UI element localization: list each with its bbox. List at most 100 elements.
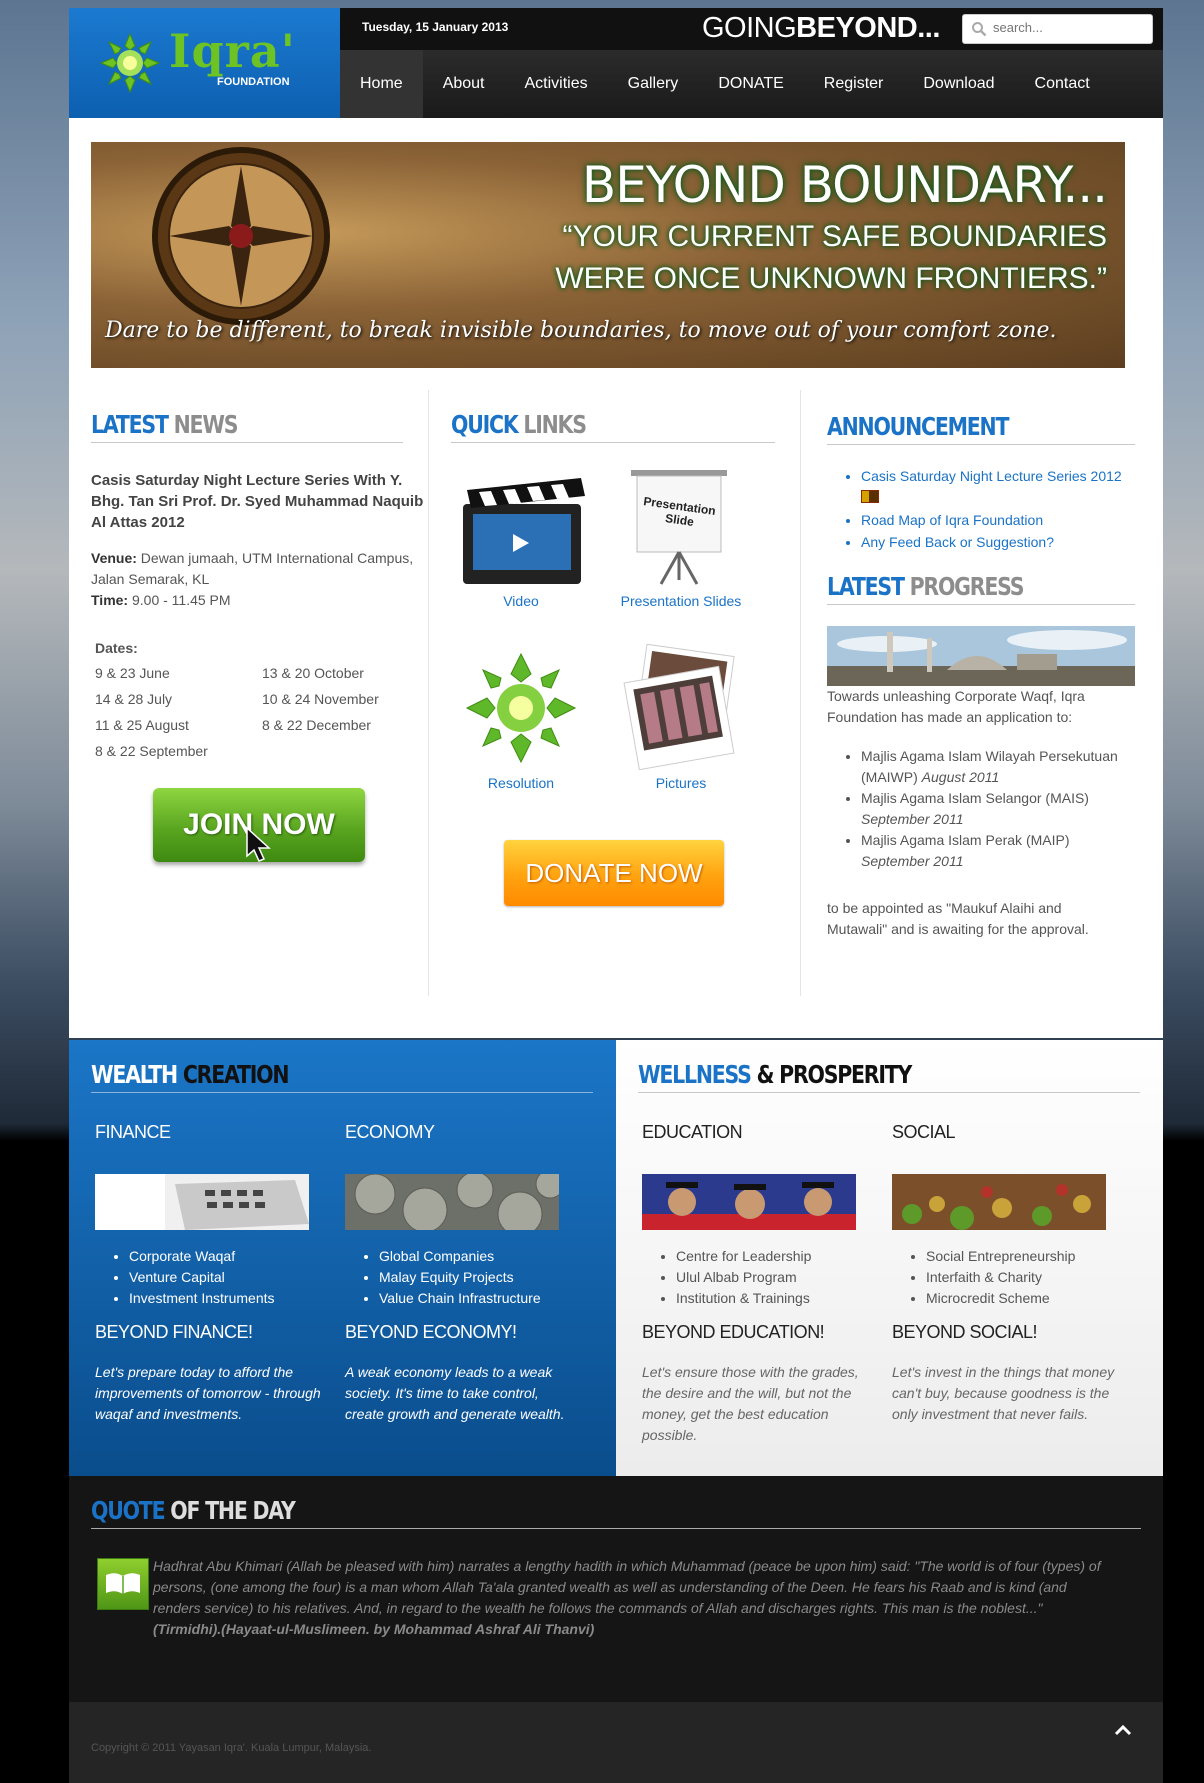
wealth-title-b: CREATION [182,1060,290,1089]
announcement-list: Casis Saturday Night Lecture Series 2012… [861,466,1145,554]
economy-text: A weak economy leads to a weak society. … [345,1364,565,1422]
economy-list: Global Companies Malay Equity Projects V… [379,1246,599,1309]
quick-links-heading: QUICK LINKS [451,410,775,443]
quote-title-b: OF THE DAY [170,1496,296,1525]
social-item: Interfaith & Charity [926,1267,1146,1288]
news-headline[interactable]: Casis Saturday Night Lecture Series With… [91,470,431,533]
pictures-stack-icon [623,643,735,771]
announcement-item[interactable]: Any Feed Back or Suggestion? [861,532,1145,553]
social-item: Microcredit Scheme [926,1288,1146,1309]
nav-gallery[interactable]: Gallery [608,50,699,118]
finance-list: Corporate Waqaf Venture Capital Investme… [129,1246,329,1309]
announcement-link[interactable]: Casis Saturday Night Lecture Series 2012 [861,468,1122,484]
nav-download[interactable]: Download [903,50,1014,118]
logo-text: Iqra' [169,24,296,78]
site-logo[interactable]: Iqra' FOUNDATION [69,8,340,118]
progress-item-date: August 2011 [921,769,1000,785]
finance-item: Investment Instruments [129,1288,329,1309]
quick-link-presentation-slides[interactable]: Presentation Slide Presentation Slides [611,462,751,609]
quick-link-resolution[interactable]: Resolution [451,652,591,791]
date-item: 11 & 25 August [95,717,189,733]
nav-contact[interactable]: Contact [1015,50,1110,118]
announcement-item[interactable]: Casis Saturday Night Lecture Series 2012 [861,466,1145,509]
date-item: 8 & 22 September [95,743,208,759]
tagline-light: GOING [702,12,797,44]
hero-banner: BEYOND BOUNDARY... “YOUR CURRENT SAFE BO… [91,142,1125,368]
donate-now-button[interactable]: DONATE NOW [504,840,724,906]
new-flag-icon [861,490,879,503]
nav-register[interactable]: Register [804,50,904,118]
economy-item: Malay Equity Projects [379,1267,599,1288]
wellness-prosperity-section: WELLNESS & PROSPERITY EDUCATION Centre f… [616,1040,1163,1476]
back-to-top-icon[interactable] [1113,1720,1133,1740]
search-input[interactable] [993,20,1143,35]
progress-item: Majlis Agama Islam Wilayah Persekutuan (… [861,746,1141,788]
progress-item-name: Majlis Agama Islam Selangor (MAIS) [861,790,1089,806]
banner-quote: “YOUR CURRENT SAFE BOUNDARIES WERE ONCE … [555,216,1107,300]
wealth-creation-section: WEALTH CREATION FINANCE Corporate Waqaf … [69,1040,616,1476]
social-text: Let's invest in the things that money ca… [892,1364,1115,1422]
beyond-finance-title: BEYOND FINANCE! [95,1322,253,1342]
banner-quote-line1: “YOUR CURRENT SAFE BOUNDARIES [562,220,1107,253]
presentation-slide-icon: Presentation Slide [631,470,727,585]
nav-about[interactable]: About [423,50,505,118]
venue-label: Venue: [91,550,137,566]
banner-headline: BEYOND BOUNDARY... [581,156,1108,214]
social-title: SOCIAL [892,1122,956,1142]
quick-link-video[interactable]: Video [451,468,591,609]
progress-item: Majlis Agama Islam Perak (MAIP) Septembe… [861,830,1141,872]
progress-ending: to be appointed as "Maukuf Alaihi and Mu… [827,900,1089,937]
mouse-cursor-icon [246,826,271,862]
logo-subtitle: FOUNDATION [217,76,290,88]
tagline-bold: BEYOND... [796,12,940,44]
mosque-image [827,626,1135,686]
main-nav: Home About Activities Gallery DONATE Reg… [340,50,1163,118]
wellness-title-b: & PROSPERITY [756,1060,913,1089]
progress-list: Majlis Agama Islam Wilayah Persekutuan (… [861,746,1141,872]
announcement-link[interactable]: Any Feed Back or Suggestion? [861,534,1054,550]
copyright-text: Copyright © 2011 Yayasan Iqra'. Kuala Lu… [91,1742,372,1754]
quick-links-column: QUICK LINKS Video Presentation Slide Pre… [429,390,801,996]
latest-news-heading: LATEST NEWS [91,410,403,443]
progress-item-date: September 2011 [861,853,964,869]
beyond-education-title: BEYOND EDUCATION! [642,1322,825,1342]
economy-item: Value Chain Infrastructure [379,1288,599,1309]
latest-news-title-b: NEWS [173,410,239,439]
time-label: Time: [91,592,129,608]
news-details: Venue: Dewan jumaah, UTM International C… [91,548,431,611]
search-box[interactable] [962,14,1153,44]
book-icon [97,1558,149,1610]
announcement-link[interactable]: Road Map of Iqra Foundation [861,512,1043,528]
wealth-title-a: WEALTH [91,1060,178,1089]
education-item: Institution & Trainings [676,1288,876,1309]
economy-title: ECONOMY [345,1122,435,1142]
finance-item: Corporate Waqaf [129,1246,329,1267]
nav-home[interactable]: Home [340,50,423,118]
economy-item: Global Companies [379,1246,599,1267]
students-image [642,1174,856,1230]
finance-title: FINANCE [95,1122,171,1142]
education-item: Centre for Leadership [676,1246,876,1267]
beyond-social-title: BEYOND SOCIAL! [892,1322,1038,1342]
dates-grid: 9 & 23 June 13 & 20 October 14 & 28 July… [95,664,395,761]
latest-progress-heading: LATEST PROGRESS [827,572,1135,605]
quote-body: Hadhrat Abu Khimari (Allah be pleased wi… [153,1558,1101,1616]
date-item: 9 & 23 June [95,665,170,681]
quick-link-pictures[interactable]: Pictures [611,643,751,791]
time-value: 9.00 - 11.45 PM [131,592,231,608]
progress-intro: Towards unleashing Corporate Waqf, Iqra … [827,688,1085,725]
quick-link-label: Presentation Slides [620,593,742,609]
coins-image [345,1174,559,1230]
wellness-heading: WELLNESS & PROSPERITY [638,1060,1140,1093]
progress-item-name: Majlis Agama Islam Perak (MAIP) [861,832,1070,848]
nav-activities[interactable]: Activities [505,50,608,118]
quote-text: Hadhrat Abu Khimari (Allah be pleased wi… [153,1556,1113,1640]
page-wrapper: Iqra' FOUNDATION Tuesday, 15 January 201… [69,8,1163,1783]
date-item: 8 & 22 December [262,717,371,733]
logo-burst-icon [99,32,161,94]
nav-donate[interactable]: DONATE [698,50,803,118]
top-bar: Tuesday, 15 January 2013 GOINGBEYOND... [340,8,1163,50]
quote-heading: QUOTE OF THE DAY [91,1496,1141,1529]
market-image [892,1174,1106,1230]
announcement-item[interactable]: Road Map of Iqra Foundation [861,510,1145,531]
